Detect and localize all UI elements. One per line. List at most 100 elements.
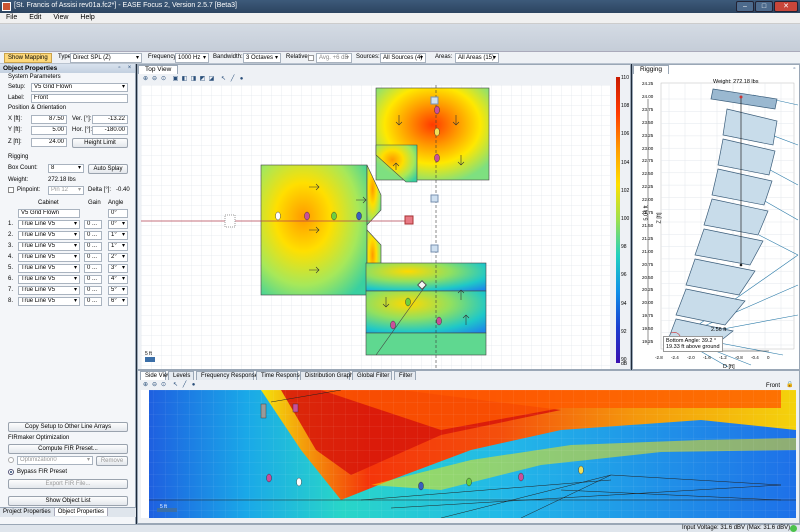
frequency-dropdown[interactable]: 1000 Hz bbox=[175, 53, 209, 63]
remove-button[interactable]: Remove bbox=[96, 456, 128, 466]
box-count-dropdown[interactable]: 8 bbox=[48, 164, 84, 173]
menu-help[interactable]: Help bbox=[74, 13, 100, 21]
view-side-icon[interactable]: ◧ bbox=[181, 76, 188, 83]
cabinet-model-dropdown[interactable]: True Line V5 bbox=[18, 231, 80, 240]
side-measure-icon[interactable]: ╱ bbox=[181, 382, 188, 389]
vertical-field[interactable]: -13.22 bbox=[92, 115, 128, 124]
cabinet-angle-dropdown[interactable]: 2° bbox=[108, 253, 128, 262]
areas-dropdown[interactable]: All Areas (15) bbox=[455, 53, 499, 63]
auto-splay-button[interactable]: Auto Splay bbox=[88, 164, 128, 174]
cabinet-angle-dropdown[interactable]: 1° bbox=[108, 231, 128, 240]
pinpoint-dropdown[interactable]: Pin 12 bbox=[48, 186, 84, 195]
zoom-out-icon[interactable]: ⊖ bbox=[151, 76, 158, 83]
export-fir-button[interactable]: Export FIR File... bbox=[8, 479, 128, 489]
menu-file[interactable]: File bbox=[0, 13, 23, 21]
side-zoom-out-icon[interactable]: ⊖ bbox=[151, 382, 158, 389]
cabinet-model-dropdown[interactable]: True Line V5 bbox=[18, 275, 80, 284]
pinpoint-checkbox[interactable] bbox=[8, 187, 14, 193]
side-select-icon[interactable]: ↖ bbox=[172, 382, 179, 389]
show-mapping-button[interactable]: Show Mapping bbox=[4, 53, 52, 63]
side-source-icon[interactable]: ● bbox=[190, 382, 197, 389]
cabinet-gain-field[interactable]: 0 ... bbox=[84, 220, 102, 229]
tab-object-properties[interactable]: Object Properties bbox=[54, 508, 109, 516]
view-top-icon[interactable]: ▣ bbox=[172, 76, 179, 83]
cabinet-model-dropdown[interactable]: True Line V5 bbox=[18, 242, 80, 251]
copy-setup-button[interactable]: Copy Setup to Other Line Arrays bbox=[8, 422, 128, 432]
view-iso-icon[interactable]: ◩ bbox=[199, 76, 206, 83]
tab-global-filter[interactable]: Global Filter bbox=[352, 371, 392, 380]
maximize-button[interactable]: □ bbox=[755, 1, 773, 12]
x-label: X [ft]: bbox=[8, 116, 23, 122]
close-panel-icon[interactable]: × bbox=[126, 65, 133, 72]
sources-dropdown[interactable]: All Sources (4) bbox=[380, 53, 426, 63]
relative-dropdown[interactable]: Avg. +6 dB bbox=[316, 53, 352, 63]
measure-tool-icon[interactable]: ╱ bbox=[229, 76, 236, 83]
cabinet-gain-field[interactable]: 0 ... bbox=[84, 275, 102, 284]
optimization-radio[interactable] bbox=[8, 457, 14, 463]
tab-top-view[interactable]: Top View bbox=[138, 65, 179, 74]
cabinet-gain-field[interactable]: 0 ... bbox=[84, 264, 102, 273]
view-3d-icon[interactable]: ◪ bbox=[208, 76, 215, 83]
tab-time-response[interactable]: Time Response bbox=[256, 371, 303, 380]
source-tool-icon[interactable]: ● bbox=[238, 76, 245, 83]
tab-distribution-graph[interactable]: Distribution Graph bbox=[300, 371, 353, 380]
relative-checkbox[interactable] bbox=[308, 55, 314, 61]
pin-icon[interactable]: ▫ bbox=[116, 65, 123, 72]
cabinet-model-dropdown[interactable]: True Line V5 bbox=[18, 264, 80, 273]
height-limit-button[interactable]: Height Limit bbox=[72, 138, 128, 148]
select-tool-icon[interactable]: ↖ bbox=[220, 76, 227, 83]
optimization-dropdown[interactable]: Optimization0 bbox=[17, 456, 93, 465]
tab-project-properties[interactable]: Project Properties bbox=[0, 508, 55, 516]
cabinet-model-dropdown[interactable]: True Line V5 bbox=[18, 297, 80, 306]
compute-fir-button[interactable]: Compute FIR Preset... bbox=[8, 444, 128, 454]
legend-tick: 110 bbox=[621, 75, 629, 81]
minimize-button[interactable]: – bbox=[736, 1, 754, 12]
cabinet-gain-field[interactable]: 0 ... bbox=[84, 231, 102, 240]
rigging-pin-icon[interactable]: ▫ bbox=[791, 66, 798, 73]
side-view-canvas[interactable] bbox=[141, 389, 796, 519]
menu-edit[interactable]: Edit bbox=[23, 13, 47, 21]
type-dropdown[interactable]: Direct SPL (Z) bbox=[70, 53, 142, 63]
y-field[interactable]: 5.00 bbox=[31, 126, 67, 135]
cabinet-gain-field[interactable]: 0 ... bbox=[84, 242, 102, 251]
cabinet-angle-dropdown[interactable]: 4° bbox=[108, 275, 128, 284]
bypass-radio[interactable] bbox=[8, 469, 14, 475]
zoom-fit-icon[interactable]: ⊙ bbox=[160, 76, 167, 83]
label-field[interactable]: Front bbox=[31, 94, 128, 103]
cabinet-gain-field[interactable]: 0 ... bbox=[84, 297, 102, 306]
view-front-icon[interactable]: ◨ bbox=[190, 76, 197, 83]
setup-dropdown[interactable]: V5 Grid Flown bbox=[31, 83, 128, 92]
cabinet-model-dropdown[interactable]: True Line V5 bbox=[18, 286, 80, 295]
cabinet-gain-field[interactable]: 0 ... bbox=[84, 253, 102, 262]
show-object-list-button[interactable]: Show Object List bbox=[8, 496, 128, 506]
cabinet-angle-dropdown[interactable]: 0° bbox=[108, 220, 128, 229]
tab-levels[interactable]: Levels bbox=[168, 371, 194, 380]
side-zoom-fit-icon[interactable]: ⊙ bbox=[160, 382, 167, 389]
cabinet-angle-dropdown[interactable]: 5° bbox=[108, 286, 128, 295]
bandwidth-dropdown[interactable]: 3 Octaves bbox=[243, 53, 281, 63]
cabinet-model-dropdown[interactable]: True Line V5 bbox=[18, 253, 80, 262]
angle-top-field[interactable]: 0° bbox=[108, 209, 128, 218]
input-voltage: Input Voltage: 31.6 dBV (Max: 31.6 dBV) bbox=[682, 525, 791, 531]
rigging-y-tick: 22.00 bbox=[642, 197, 654, 203]
lock-icon[interactable]: 🔒 bbox=[786, 382, 793, 389]
cabinet-top-field[interactable]: V5 Grid Flown bbox=[18, 209, 80, 218]
close-button[interactable]: ✕ bbox=[774, 1, 798, 12]
cabinet-angle-dropdown[interactable]: 6° bbox=[108, 297, 128, 306]
legend-tick: 104 bbox=[621, 159, 630, 166]
zoom-in-icon[interactable]: ⊕ bbox=[142, 76, 149, 83]
cabinet-angle-dropdown[interactable]: 3° bbox=[108, 264, 128, 273]
tab-filter[interactable]: Filter bbox=[394, 371, 416, 380]
cabinet-gain-field[interactable]: 0 ... bbox=[84, 286, 102, 295]
x-field[interactable]: 87.50 bbox=[31, 115, 67, 124]
tab-rigging[interactable]: Rigging bbox=[633, 65, 670, 74]
top-view-canvas[interactable]: 5 ft bbox=[141, 85, 610, 369]
tab-frequency-response[interactable]: Frequency Response bbox=[196, 371, 258, 380]
horizontal-field[interactable]: -180.00 bbox=[92, 126, 128, 135]
cabinet-model-dropdown[interactable]: True Line V5 bbox=[18, 220, 80, 229]
z-field[interactable]: 24.00 bbox=[31, 138, 67, 147]
side-zoom-in-icon[interactable]: ⊕ bbox=[142, 382, 149, 389]
cabinet-angle-dropdown[interactable]: 1° bbox=[108, 242, 128, 251]
menu-view[interactable]: View bbox=[47, 13, 74, 21]
tab-side-view[interactable]: Side View bbox=[140, 371, 172, 380]
